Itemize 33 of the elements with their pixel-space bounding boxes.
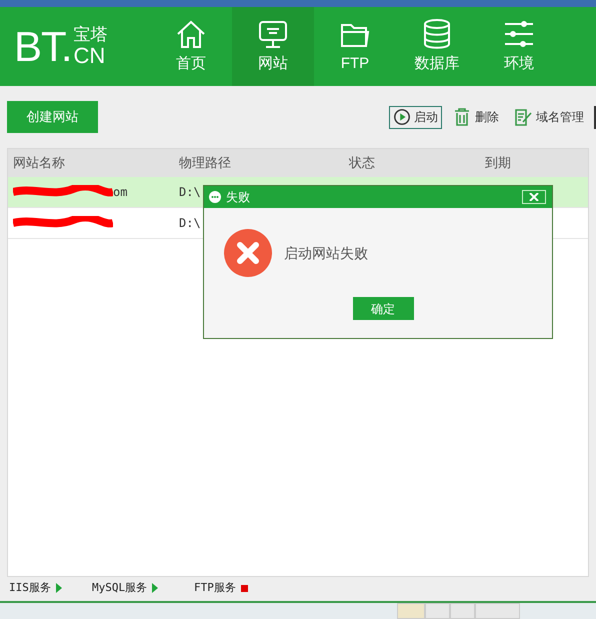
dialog-message: 启动网站失败 xyxy=(284,244,368,262)
nav-tab[interactable]: 数据库 xyxy=(396,7,478,86)
edit-icon xyxy=(513,107,533,127)
table-cell-text: D:\ xyxy=(178,215,201,232)
trash-icon xyxy=(452,107,472,127)
chat-icon xyxy=(208,190,222,204)
service-label: MySQL服务 xyxy=(92,580,148,596)
close-button[interactable] xyxy=(522,190,546,204)
service-label: FTP服务 xyxy=(194,580,236,596)
window-button[interactable] xyxy=(475,603,520,619)
nav-tab[interactable]: 首页 xyxy=(150,7,232,86)
column-header: 物理路径 xyxy=(178,154,232,172)
window-button[interactable] xyxy=(397,603,425,619)
nav-tab[interactable]: 网站 xyxy=(232,7,314,86)
toolbar-button[interactable]: 启动 xyxy=(389,106,442,128)
ok-button[interactable]: 确定 xyxy=(352,297,414,320)
column-header: 到期 xyxy=(484,154,511,172)
window-button[interactable] xyxy=(450,603,475,619)
table-cell-text: om xyxy=(113,184,128,201)
toolbar-button[interactable]: 删除 xyxy=(448,106,503,128)
dialog-title: 失败 xyxy=(226,189,250,206)
table-cell-text: D:\ xyxy=(178,184,201,201)
error-icon xyxy=(224,229,272,277)
nav-tab[interactable]: FTP xyxy=(314,7,396,86)
play-icon xyxy=(393,108,411,126)
close-icon xyxy=(529,193,539,201)
service-label: IIS服务 xyxy=(9,580,51,596)
create-site-button[interactable]: 创建网站 xyxy=(7,101,98,133)
window-button[interactable] xyxy=(425,603,450,619)
toolbar-button[interactable]: 域名管理 xyxy=(509,106,588,128)
column-header: 状态 xyxy=(348,154,376,172)
nav-tab[interactable]: 环境 xyxy=(478,7,560,86)
column-header: 网站名称 xyxy=(12,154,66,172)
